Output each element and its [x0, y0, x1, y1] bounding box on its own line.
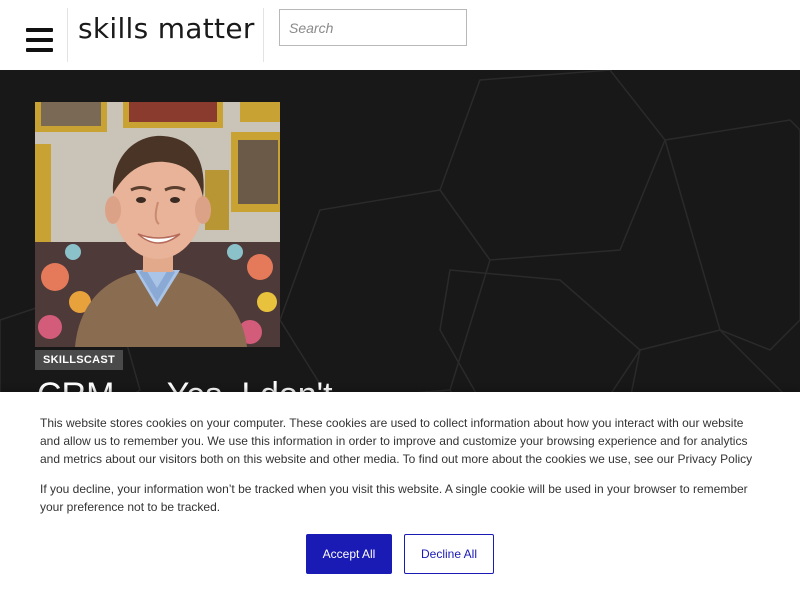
cookie-consent-banner: This website stores cookies on your comp… [0, 392, 800, 600]
decline-all-button[interactable]: Decline All [404, 534, 494, 574]
header-divider [67, 8, 68, 62]
speaker-photo [35, 102, 280, 347]
header-divider [263, 8, 264, 62]
cookie-notice-text: This website stores cookies on your comp… [40, 416, 753, 466]
skillscast-tag: SKILLSCAST [35, 350, 124, 370]
hamburger-menu-icon[interactable] [26, 28, 53, 52]
site-logo[interactable]: skills matter [78, 12, 255, 45]
cookie-decline-text: If you decline, your information won’t b… [40, 482, 748, 514]
accept-all-button[interactable]: Accept All [306, 534, 392, 574]
search-input[interactable] [279, 9, 467, 46]
site-header: skills matter [0, 0, 800, 70]
